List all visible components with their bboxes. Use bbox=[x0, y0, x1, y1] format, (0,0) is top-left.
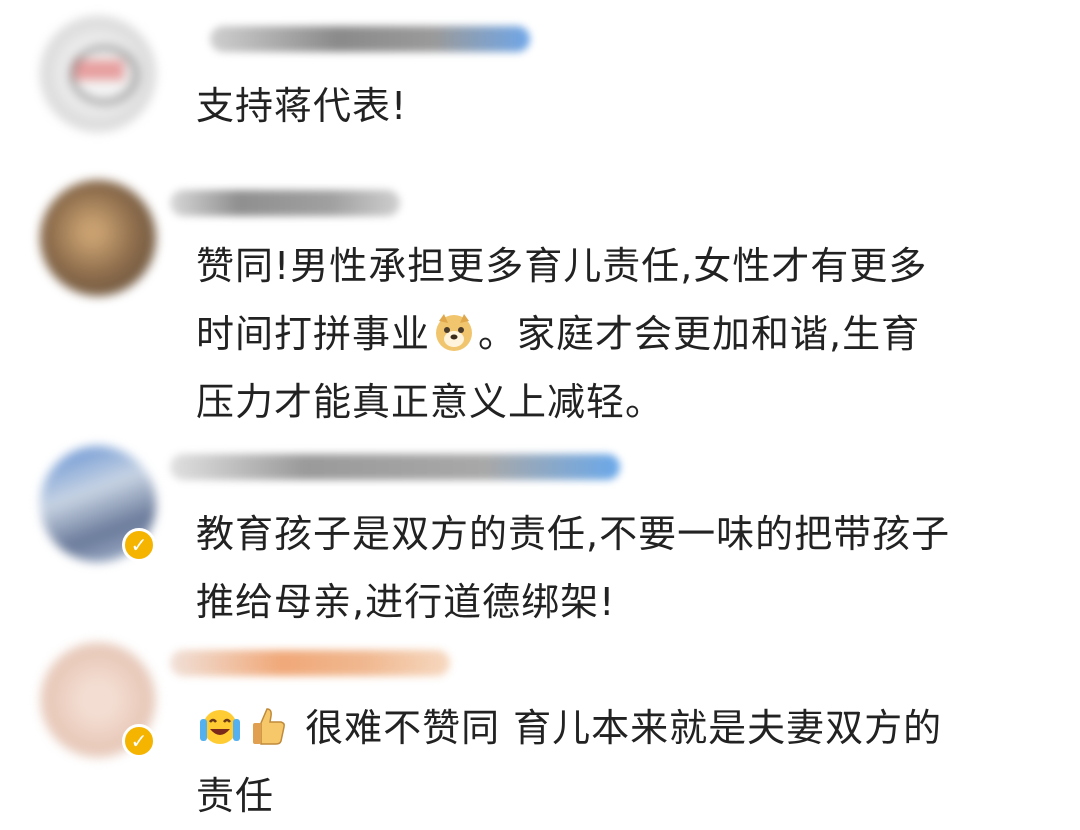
verified-badge-icon: ✓ bbox=[122, 528, 156, 562]
comment-text-line: 赞同!男性承担更多育儿责任,女性才有更多 bbox=[196, 244, 928, 288]
comment-text-line: 时间打拼事业 。家庭才会更加和谐,生育 bbox=[196, 300, 1056, 368]
comment-text: 很难不赞同 育儿本来就是夫妻双方的 责任 bbox=[196, 694, 1056, 830]
comment-text-line: 责任 bbox=[196, 774, 275, 818]
thumbs-up-icon bbox=[247, 700, 289, 745]
username-blurred[interactable] bbox=[170, 454, 620, 480]
comment-text: 支持蒋代表! bbox=[196, 84, 408, 128]
comment-text-line: 压力才能真正意义上减轻。 bbox=[196, 380, 665, 424]
comment-text: 赞同!男性承担更多育儿责任,女性才有更多 时间打拼事业 。家庭才会更加和谐,生育 … bbox=[196, 232, 1056, 436]
comment-text-line: 很难不赞同 育儿本来就是夫妻双方的 bbox=[196, 694, 1056, 762]
laugh-cry-icon bbox=[199, 700, 241, 744]
avatar[interactable] bbox=[40, 16, 156, 132]
comment-text: 教育孩子是双方的责任,不要一味的把带孩子 推给母亲,进行道德绑架! bbox=[196, 500, 1056, 636]
username-blurred[interactable] bbox=[170, 650, 450, 676]
verified-badge-icon: ✓ bbox=[122, 724, 156, 758]
username-blurred[interactable] bbox=[170, 190, 400, 216]
comment-text-line: 教育孩子是双方的责任,不要一味的把带孩子 bbox=[196, 512, 951, 556]
avatar[interactable] bbox=[40, 180, 156, 296]
doge-icon bbox=[433, 306, 475, 351]
comment-text-line: 推给母亲,进行道德绑架! bbox=[196, 580, 616, 624]
username-blurred[interactable] bbox=[210, 26, 530, 52]
